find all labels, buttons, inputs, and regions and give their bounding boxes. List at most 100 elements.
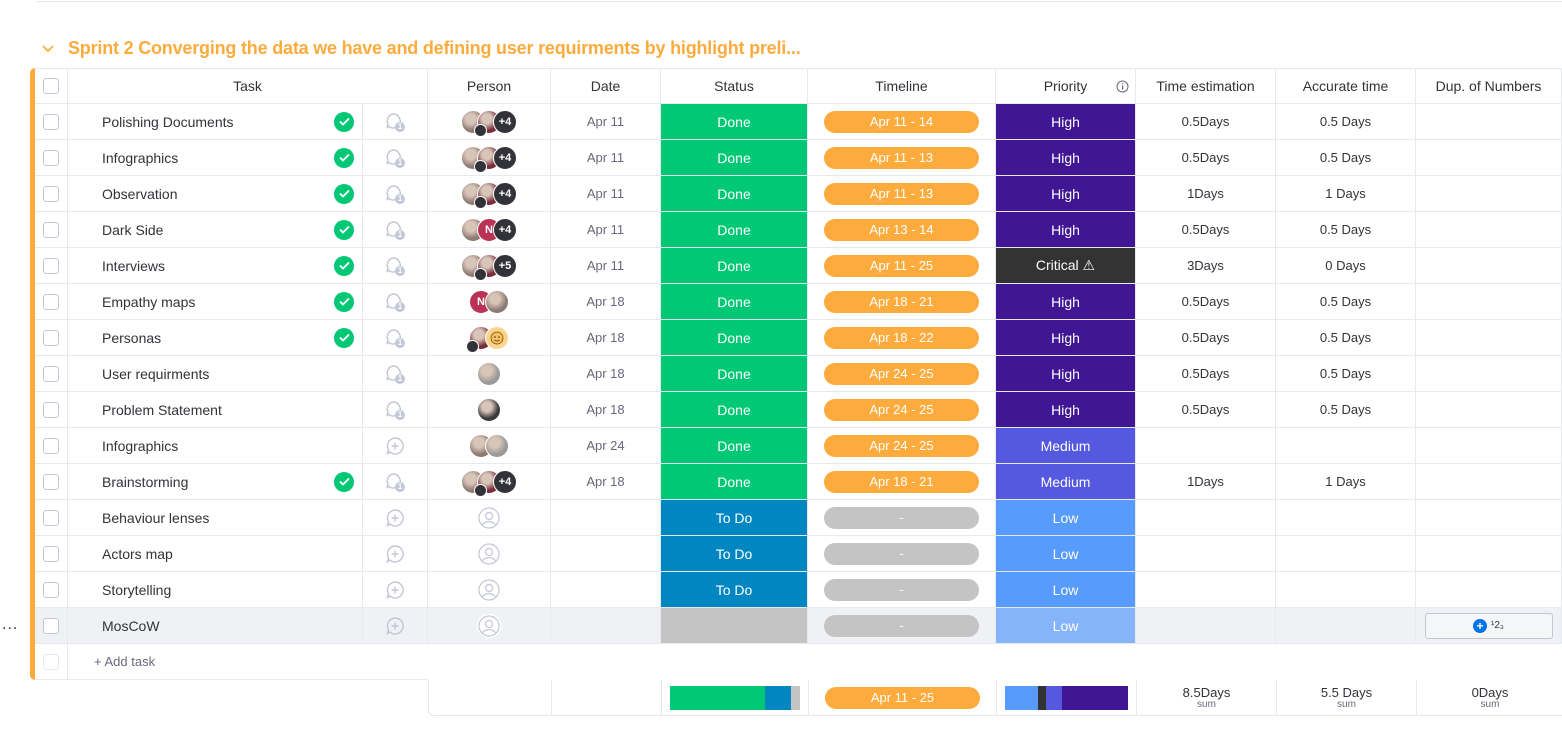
accurate-time-cell[interactable]: 0.5 Days [1276, 212, 1416, 247]
avatar-group[interactable]: N +4 [461, 217, 517, 242]
dup-numbers-cell[interactable] [1416, 284, 1562, 319]
row-checkbox[interactable] [35, 356, 68, 391]
person-cell[interactable] [428, 392, 551, 427]
column-header-priority[interactable]: Priority [996, 69, 1136, 103]
priority-label[interactable]: High [996, 176, 1135, 211]
priority-label[interactable]: Low [996, 500, 1135, 535]
priority-label[interactable]: Medium [996, 428, 1135, 463]
column-header-dup-numbers[interactable]: Dup. of Numbers [1416, 69, 1562, 103]
date-cell[interactable] [551, 536, 661, 571]
column-header-person[interactable]: Person [428, 69, 551, 103]
updates-cell[interactable]: 1 [363, 212, 428, 247]
task-name[interactable]: User requirments [102, 366, 209, 382]
task-name-cell[interactable]: Personas [68, 320, 363, 355]
avatar-group[interactable]: +4 [461, 145, 517, 173]
accurate-time-cell[interactable]: 0.5 Days [1276, 320, 1416, 355]
avatar-photo[interactable] [485, 433, 509, 458]
time-estimation-cell[interactable]: 0.5Days [1136, 140, 1276, 175]
person-cell[interactable] [428, 428, 551, 463]
updates-cell[interactable] [363, 572, 428, 607]
task-name[interactable]: Actors map [102, 546, 173, 562]
chat-bubble-icon[interactable]: 1 [384, 255, 406, 277]
status-distribution-bar[interactable] [670, 685, 800, 710]
table-row[interactable]: Interviews 1 +5 Apr 11 Done Apr 11 - 25 Critic… [35, 248, 1562, 284]
more-people-badge[interactable]: +4 [493, 145, 517, 170]
status-label[interactable]: Done [661, 104, 807, 139]
accurate-time-cell[interactable]: 0 Days [1276, 248, 1416, 283]
accurate-time-cell[interactable] [1276, 536, 1416, 571]
chat-bubble-icon[interactable]: 1 [384, 471, 406, 493]
status-cell[interactable]: Done [661, 104, 808, 139]
avatar-photo[interactable] [485, 289, 509, 314]
timeline-cell[interactable]: Apr 18 - 21 [808, 284, 996, 319]
status-cell[interactable]: Done [661, 176, 808, 211]
dup-numbers-cell[interactable] [1416, 320, 1562, 355]
dup-numbers-cell[interactable] [1416, 212, 1562, 247]
task-name-cell[interactable]: Problem Statement [68, 392, 363, 427]
row-checkbox[interactable] [35, 500, 68, 535]
task-name-cell[interactable]: MosCoW [68, 608, 363, 643]
date-cell[interactable]: Apr 11 [551, 212, 661, 247]
avatar-group[interactable] [477, 505, 501, 530]
more-people-badge[interactable]: +4 [493, 109, 517, 134]
priority-cell[interactable]: High [996, 212, 1136, 247]
accurate-time-cell[interactable]: 1 Days [1276, 176, 1416, 211]
status-label[interactable]: Done [661, 356, 807, 391]
priority-label[interactable]: High [996, 320, 1135, 355]
chat-bubble-icon[interactable]: 1 [384, 327, 406, 349]
timeline-pill[interactable]: - [824, 578, 979, 601]
date-cell[interactable]: Apr 11 [551, 176, 661, 211]
person-cell[interactable]: +4 [428, 464, 551, 499]
avatar-group[interactable] [477, 577, 501, 602]
status-cell[interactable]: Done [661, 392, 808, 427]
status-label[interactable]: Done [661, 140, 807, 175]
priority-cell[interactable]: High [996, 284, 1136, 319]
updates-cell[interactable]: 1 [363, 104, 428, 139]
date-cell[interactable]: Apr 24 [551, 428, 661, 463]
person-cell[interactable]: +4 [428, 104, 551, 139]
timeline-cell[interactable]: - [808, 572, 996, 607]
row-checkbox[interactable] [35, 104, 68, 139]
task-name[interactable]: MosCoW [102, 618, 160, 634]
timeline-pill[interactable]: Apr 11 - 13 [824, 146, 979, 169]
group-header[interactable]: Sprint 2 Converging the data we have and… [40, 36, 801, 60]
timeline-cell[interactable]: - [808, 536, 996, 571]
avatar-group[interactable] [469, 433, 509, 458]
status-cell[interactable]: To Do [661, 500, 808, 535]
priority-cell[interactable]: Low [996, 500, 1136, 535]
timeline-pill[interactable]: Apr 11 - 13 [824, 182, 979, 205]
row-checkbox[interactable] [35, 428, 68, 463]
timeline-cell[interactable]: Apr 11 - 13 [808, 140, 996, 175]
person-cell[interactable] [428, 500, 551, 535]
date-cell[interactable] [551, 500, 661, 535]
status-label[interactable]: Done [661, 392, 807, 427]
timeline-cell[interactable]: Apr 24 - 25 [808, 356, 996, 391]
row-checkbox[interactable] [35, 464, 68, 499]
summary-status[interactable] [662, 680, 809, 715]
add-update-icon[interactable] [384, 615, 406, 637]
timeline-cell[interactable]: Apr 11 - 14 [808, 104, 996, 139]
updates-cell[interactable]: 1 [363, 392, 428, 427]
add-task-row[interactable]: + Add task [35, 644, 428, 680]
table-row[interactable]: Personas 1 Apr 18 Done Apr 18 - 22 High 0.5Day… [35, 320, 1562, 356]
priority-label[interactable]: High [996, 392, 1135, 427]
status-label[interactable]: Done [661, 212, 807, 247]
task-name-cell[interactable]: Actors map [68, 536, 363, 571]
task-name-cell[interactable]: Dark Side [68, 212, 363, 247]
chat-bubble-icon[interactable]: 1 [384, 147, 406, 169]
task-name[interactable]: Storytelling [102, 582, 171, 598]
date-cell[interactable]: Apr 11 [551, 140, 661, 175]
updates-cell[interactable] [363, 500, 428, 535]
avatar-group[interactable]: +4 [461, 109, 517, 137]
updates-cell[interactable]: 1 [363, 248, 428, 283]
more-people-badge[interactable]: +5 [493, 253, 517, 278]
date-cell[interactable] [551, 572, 661, 607]
chat-bubble-icon[interactable]: 1 [384, 219, 406, 241]
table-row[interactable]: Observation 1 +4 Apr 11 Done Apr 11 - 13 High 1… [35, 176, 1562, 212]
avatar-group[interactable] [477, 361, 501, 386]
accurate-time-cell[interactable] [1276, 572, 1416, 607]
person-cell[interactable]: +4 [428, 176, 551, 211]
avatar-group[interactable]: +4 [461, 181, 517, 209]
timeline-pill[interactable]: Apr 18 - 21 [824, 470, 979, 493]
priority-cell[interactable]: High [996, 140, 1136, 175]
